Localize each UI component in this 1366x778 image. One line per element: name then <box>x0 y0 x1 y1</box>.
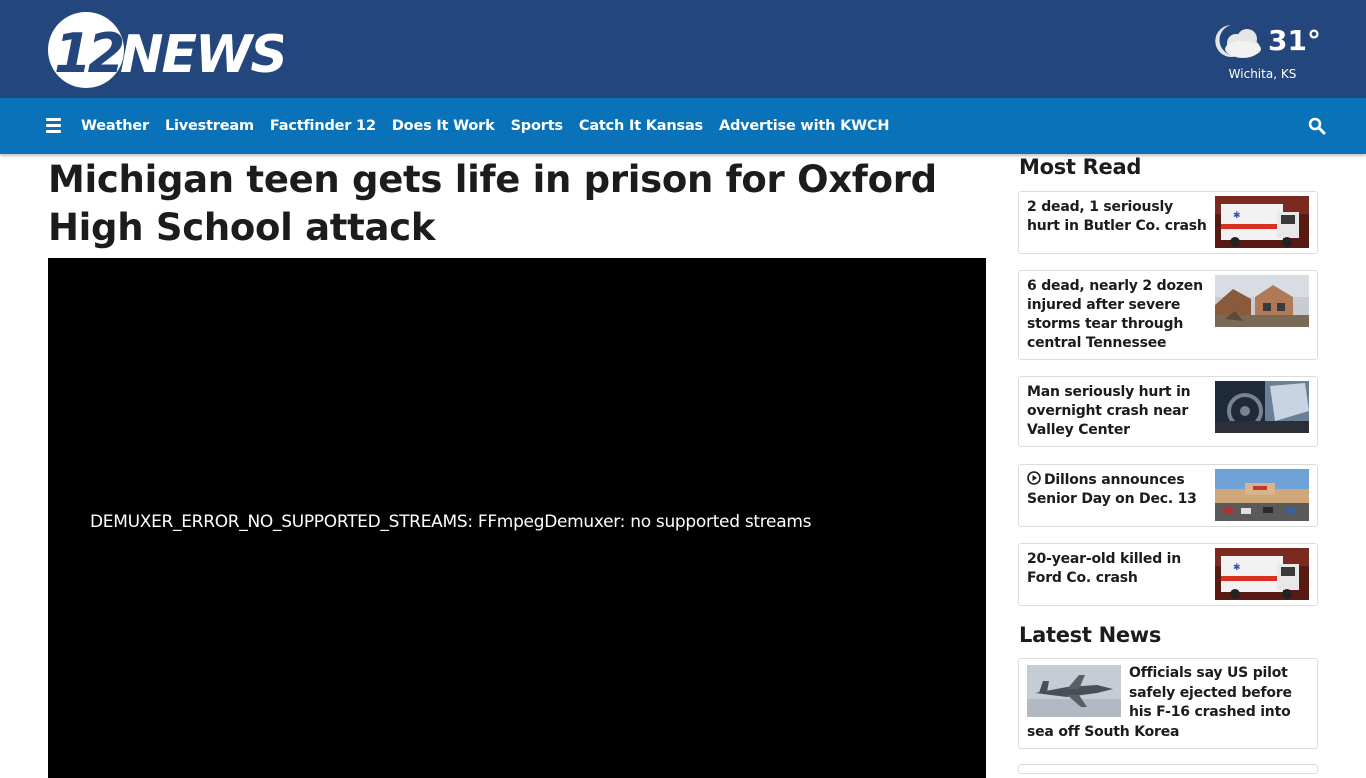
most-read-headline[interactable]: Dillons announces Senior Day on Dec. 13 <box>1027 472 1197 507</box>
main-nav: Weather Livestream Factfinder 12 Does It… <box>0 98 1366 154</box>
latest-news-title: Latest News <box>1019 623 1162 647</box>
storm-damage-photo[interactable] <box>1215 275 1309 327</box>
site-logo[interactable]: 12 NEWS <box>48 8 288 92</box>
most-read-headline[interactable]: Man seriously hurt in overnight crash ne… <box>1027 383 1207 440</box>
most-read-item[interactable]: 20-year-old killed in Ford Co. crash ✱ <box>1018 543 1318 606</box>
most-read-item[interactable]: 6 dead, nearly 2 dozen injured after sev… <box>1018 270 1318 360</box>
site-header: 12 NEWS 31° Wichita, KS <box>0 0 1366 98</box>
search-icon[interactable] <box>1308 117 1326 135</box>
nav-link-livestream[interactable]: Livestream <box>165 118 254 134</box>
most-read-headline-video[interactable]: Dillons announces Senior Day on Dec. 13 <box>1027 471 1207 509</box>
article-title: Michigan teen gets life in prison for Ox… <box>48 158 937 249</box>
svg-text:✱: ✱ <box>1233 211 1241 221</box>
player-error-message: DEMUXER_ERROR_NO_SUPPORTED_STREAMS: FFmp… <box>90 512 812 532</box>
most-read-item[interactable]: Man seriously hurt in overnight crash ne… <box>1018 376 1318 447</box>
hamburger-icon[interactable] <box>46 118 61 133</box>
weather-location: Wichita, KS <box>1228 67 1297 81</box>
most-read-item[interactable]: 2 dead, 1 seriously hurt in Butler Co. c… <box>1018 191 1318 254</box>
nav-link-sports[interactable]: Sports <box>511 118 564 134</box>
svg-text:✱: ✱ <box>1233 563 1241 573</box>
logo-graphic: 12 NEWS <box>48 12 288 88</box>
ambulance-photo[interactable]: ✱ <box>1215 196 1309 248</box>
most-read-title: Most Read <box>1019 155 1142 179</box>
latest-news-item[interactable]: Officials say US pilot safely ejected be… <box>1018 658 1318 749</box>
store-parking-lot-photo[interactable] <box>1215 469 1309 521</box>
nav-link-weather[interactable]: Weather <box>81 118 149 134</box>
nav-link-advertise[interactable]: Advertise with KWCH <box>719 118 890 134</box>
nav-link-factfinder[interactable]: Factfinder 12 <box>270 118 376 134</box>
video-player[interactable]: DEMUXER_ERROR_NO_SUPPORTED_STREAMS: FFmp… <box>48 258 986 778</box>
most-read-headline[interactable]: 2 dead, 1 seriously hurt in Butler Co. c… <box>1027 198 1207 236</box>
svg-text:NEWS: NEWS <box>120 25 283 85</box>
nav-links: Weather Livestream Factfinder 12 Does It… <box>81 98 905 154</box>
most-read-item[interactable]: Dillons announces Senior Day on Dec. 13 <box>1018 464 1318 527</box>
nav-link-does-it-work[interactable]: Does It Work <box>392 118 495 134</box>
latest-news-item-partial[interactable] <box>1018 764 1318 774</box>
weather-temperature: 31° <box>1268 24 1321 57</box>
nav-link-catch-it-kansas[interactable]: Catch It Kansas <box>579 118 703 134</box>
play-icon <box>1027 471 1041 485</box>
most-read-headline[interactable]: 20-year-old killed in Ford Co. crash <box>1027 550 1207 588</box>
ambulance-photo[interactable]: ✱ <box>1215 548 1309 600</box>
partly-cloudy-night-icon <box>1215 25 1261 58</box>
svg-text:12: 12 <box>54 22 123 85</box>
most-read-headline[interactable]: 6 dead, nearly 2 dozen injured after sev… <box>1027 277 1207 353</box>
crashed-car-interior-photo[interactable] <box>1215 381 1309 433</box>
latest-news-headline[interactable]: Officials say US pilot safely ejected be… <box>1027 664 1313 742</box>
weather-widget[interactable]: 31° Wichita, KS <box>1205 18 1321 84</box>
